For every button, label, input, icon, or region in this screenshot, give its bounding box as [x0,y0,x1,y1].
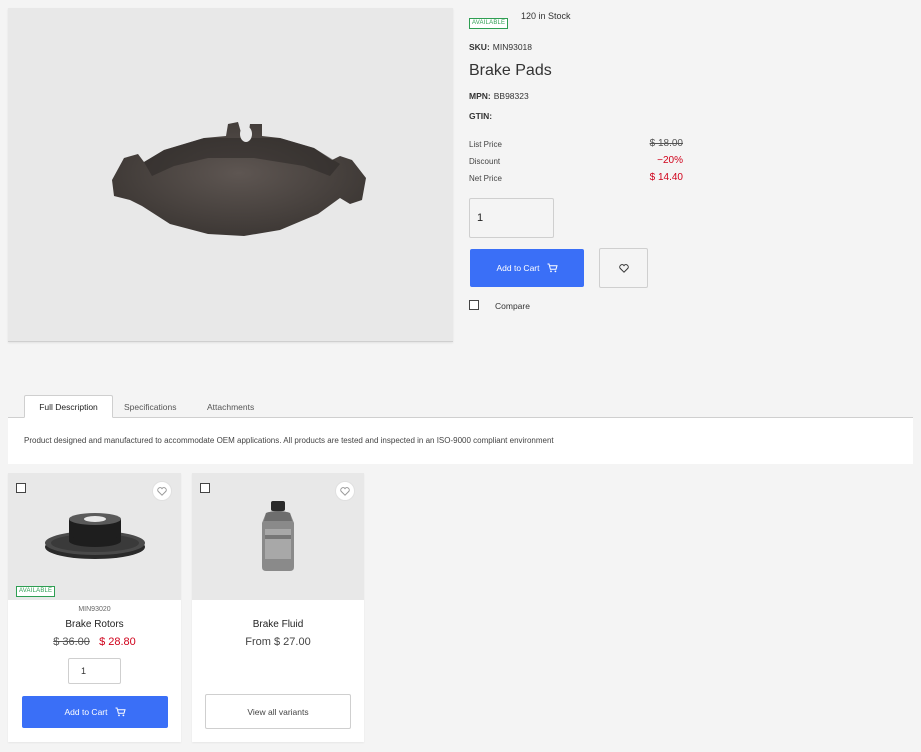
card-list-price: $ 36.00 [53,636,90,648]
view-all-variants-button[interactable]: View all variants [205,694,351,729]
brake-rotor-image [45,513,145,559]
cart-icon [547,263,558,273]
product-main-image[interactable] [8,8,453,342]
compare-checkbox[interactable] [16,483,26,493]
heart-icon [618,263,629,273]
card-price: From $ 27.00 [245,636,311,648]
product-card-brake-rotors[interactable]: AVAILABLE MIN93020 Brake Rotors $ 36.00 … [8,473,181,742]
card-net-price: $ 28.80 [99,636,136,648]
quantity-value: 1 [477,212,484,224]
add-to-cart-label: Add to Cart [496,263,540,273]
mpn-line: MPN: BB98323 [469,91,529,101]
gtin-line: GTIN: [469,111,495,121]
tab-full-description[interactable]: Full Description [24,395,113,418]
list-price-value: $ 18.00 [649,138,683,149]
card-price: $ 36.00 $ 28.80 [8,636,181,648]
add-to-cart-button[interactable]: Add to Cart [470,249,584,287]
card-availability: AVAILABLE [16,579,56,597]
availability-badge: AVAILABLE [469,18,509,29]
description-text: Product designed and manufactured to acc… [24,436,554,445]
list-price-label: List Price [469,140,502,149]
mpn-value: BB98323 [493,91,529,101]
card-sku: MIN93020 [78,606,111,613]
card-quantity-value: 1 [81,666,87,676]
compare-checkbox[interactable] [200,483,210,493]
card-product-name[interactable]: Brake Rotors [8,619,181,630]
sku-value: MIN93018 [492,42,532,52]
product-card-brake-fluid[interactable]: Brake Fluid From $ 27.00 View all varian… [192,473,364,742]
mpn-label: MPN: [469,91,491,101]
description-panel: Product designed and manufactured to acc… [8,418,913,464]
sku-line: SKU: MIN93018 [469,42,532,52]
heart-icon [340,486,350,496]
wishlist-button[interactable] [335,481,355,501]
heart-icon [157,486,167,496]
card-add-to-cart-label: Add to Cart [64,707,108,717]
compare-label: Compare [495,301,530,311]
discount-label: Discount [469,157,501,166]
availability-badge: AVAILABLE [16,586,56,597]
card-quantity-input[interactable]: 1 [68,658,121,684]
card-add-to-cart-button[interactable]: Add to Cart [22,696,168,728]
quantity-input[interactable]: 1 [469,198,554,238]
brake-fluid-bottle-image [262,501,294,571]
wishlist-button[interactable] [599,248,648,288]
gtin-label: GTIN: [469,111,493,121]
net-price-label: Net Price [469,174,502,183]
discount-value: −20% [657,155,683,166]
page-title: Brake Pads [469,62,552,79]
stock-count: 120 in Stock [521,11,571,21]
tab-specifications[interactable]: Specifications [124,395,176,418]
cart-icon [115,707,126,717]
availability-row: AVAILABLE [469,11,509,29]
card-product-name[interactable]: Brake Fluid [192,619,364,630]
sku-label: SKU: [469,42,490,52]
wishlist-button[interactable] [152,481,172,501]
net-price-value: $ 14.40 [649,172,683,183]
brake-pad-image [112,122,366,236]
tab-attachments[interactable]: Attachments [207,395,254,418]
compare-checkbox[interactable] [469,300,479,310]
